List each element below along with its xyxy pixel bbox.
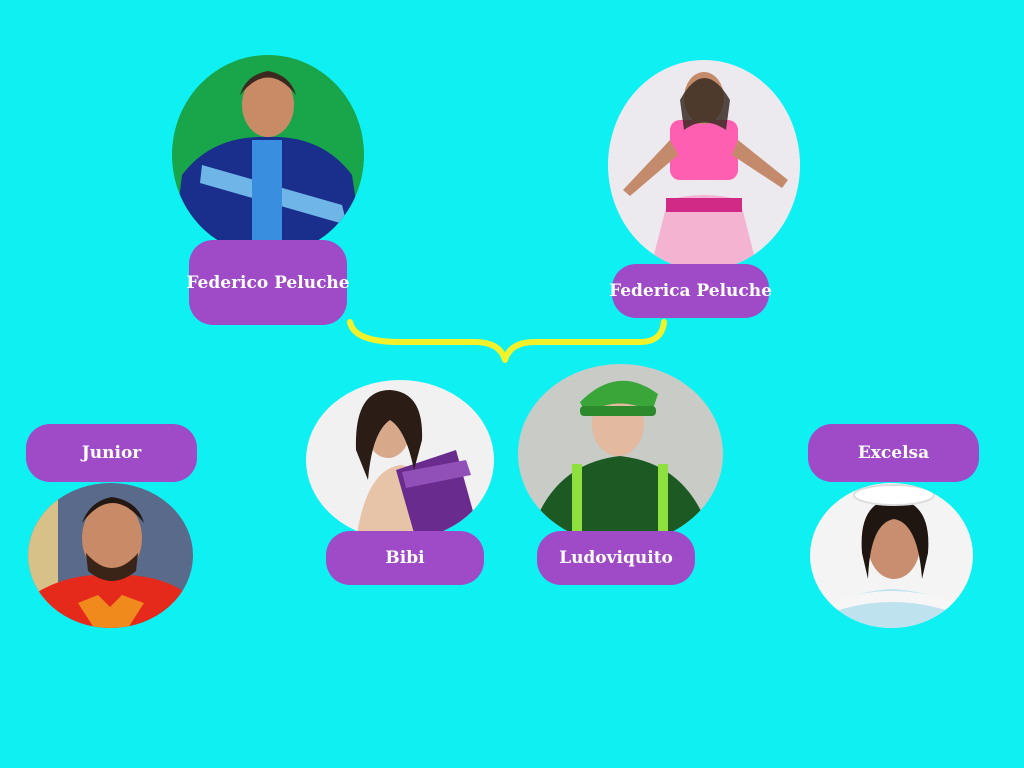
federico-peluche-label: Federico Peluche xyxy=(186,240,350,325)
bibi-portrait xyxy=(306,380,494,540)
federico-peluche-photo xyxy=(172,55,364,255)
excelsa-portrait xyxy=(810,483,973,628)
ludoviquito-label: Ludoviquito xyxy=(537,531,695,585)
junior-portrait xyxy=(28,483,193,628)
bibi-photo xyxy=(306,380,494,540)
junior-label: Junior xyxy=(26,424,197,482)
family-tree-canvas: Federico Peluche Federica Peluche Bibi L… xyxy=(0,0,1024,768)
excelsa-label: Excelsa xyxy=(808,424,979,482)
bibi-label: Bibi xyxy=(326,531,484,585)
parents-children-connector xyxy=(347,319,667,363)
federica-peluche-photo xyxy=(608,60,800,270)
federico-peluche-portrait xyxy=(172,55,364,255)
federica-peluche-label: Federica Peluche xyxy=(609,264,772,318)
excelsa-photo xyxy=(810,483,973,628)
junior-photo xyxy=(28,483,193,628)
ludoviquito-portrait xyxy=(518,364,723,544)
federica-peluche-portrait xyxy=(608,60,800,270)
ludoviquito-photo xyxy=(518,364,723,544)
